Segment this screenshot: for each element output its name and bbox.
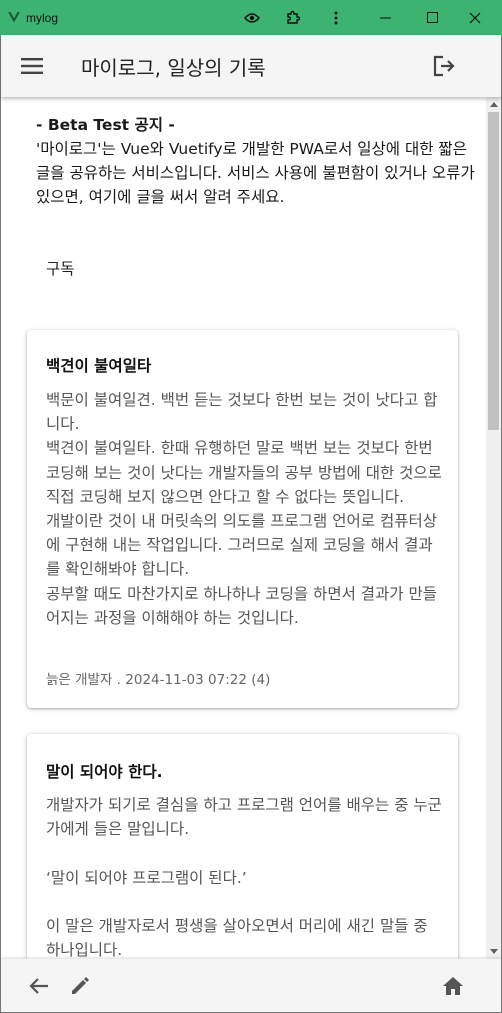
home-icon[interactable] [439, 972, 467, 1000]
post-paragraph: 공부할 때도 마찬가지로 하나하나 코딩을 하면서 결과가 만들어지는 과정을 … [46, 584, 437, 627]
post-card[interactable]: 백견이 불여일타 백문이 불여일견. 백번 듣는 것보다 한번 보는 것이 낫다… [27, 330, 458, 708]
post-paragraph: 백문이 불여일견. 백번 듣는 것보다 한번 보는 것이 낫다고 합니다. [46, 391, 438, 434]
post-title: 백견이 불여일타 [46, 357, 152, 375]
eye-icon[interactable] [232, 0, 272, 35]
post-paragraph [46, 890, 446, 914]
pencil-icon[interactable] [66, 972, 94, 1000]
scroll-up-arrow-icon[interactable] [486, 97, 501, 112]
post-paragraph: 개발자가 되기로 결심을 하고 프로그램 언어를 배우는 중 누군가에게 들은 … [46, 796, 442, 839]
window-title: mylog [26, 10, 59, 25]
content-area[interactable]: - Beta Test 공지 - '마이로그'는 Vue와 Vuetify로 개… [1, 97, 486, 959]
notice-title: - Beta Test 공지 - [36, 116, 175, 134]
scrollbar-thumb[interactable] [488, 112, 499, 430]
beta-notice: - Beta Test 공지 - '마이로그'는 Vue와 Vuetify로 개… [36, 113, 476, 209]
minimize-icon[interactable] [366, 0, 406, 35]
app-title: 마이로그, 일상의 기록 [81, 56, 266, 80]
close-icon[interactable] [455, 0, 495, 35]
post-paragraph: ‘말이 되어야 프로그램이 된다.’ [46, 868, 247, 887]
maximize-icon[interactable] [412, 0, 452, 35]
post-body: 백문이 불여일견. 백번 듣는 것보다 한번 보는 것이 낫다고 합니다. 백견… [46, 388, 446, 630]
vue-logo-icon [8, 12, 20, 24]
back-arrow-icon[interactable] [25, 972, 53, 1000]
vertical-scrollbar[interactable] [486, 97, 501, 959]
post-body: 개발자가 되기로 결심을 하고 프로그램 언어를 배우는 중 누군가에게 들은 … [46, 793, 446, 959]
post-paragraph: 이 말은 개발자로서 평생을 살아오면서 머리에 새긴 말들 중 하나입니다. [46, 916, 428, 959]
menu-icon[interactable] [17, 52, 47, 80]
post-meta: 늙은 개발자 . 2024-11-03 07:22 (4) [46, 672, 271, 688]
post-paragraph [46, 841, 446, 865]
more-vert-icon[interactable] [316, 0, 356, 35]
post-card[interactable]: 말이 되어야 한다. 개발자가 되기로 결심을 하고 프로그램 언어를 배우는 … [27, 734, 458, 959]
post-paragraph: 백견이 불여일타. 한때 유행하던 말로 백번 보는 것보다 한번 코딩해 보는… [46, 439, 442, 506]
logout-icon[interactable] [429, 51, 459, 81]
scroll-down-arrow-icon[interactable] [486, 944, 501, 959]
bottom-nav [1, 959, 501, 1012]
subscribe-button[interactable]: 구독 [46, 257, 75, 279]
notice-body: '마이로그'는 Vue와 Vuetify로 개발한 PWA로서 일상에 대한 짧… [36, 140, 475, 206]
puzzle-icon[interactable] [273, 0, 313, 35]
post-paragraph: 개발이란 것이 내 머릿속의 의도를 프로그램 언어로 컴퓨터상에 구현해 내는… [46, 512, 437, 579]
app-bar: 마이로그, 일상의 기록 [1, 35, 501, 97]
post-title: 말이 되어야 한다. [46, 763, 163, 781]
window-titlebar: mylog [0, 0, 502, 35]
